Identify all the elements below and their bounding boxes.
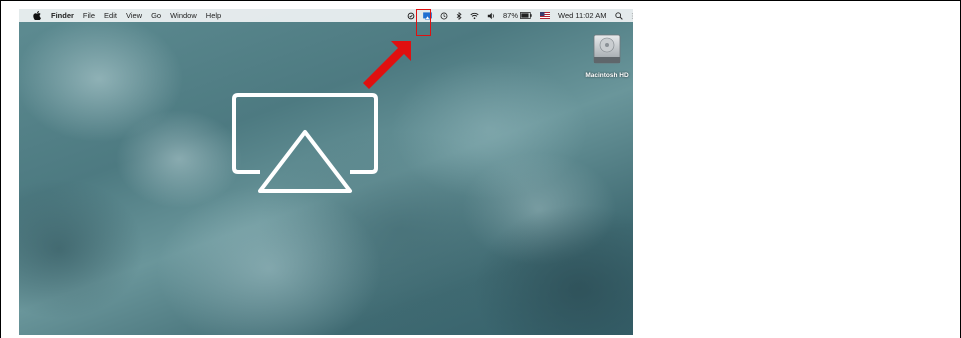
macintosh-hd-label: Macintosh HD <box>585 72 629 79</box>
volume-icon[interactable] <box>487 12 495 20</box>
time-machine-icon[interactable] <box>440 12 448 20</box>
airplay-highlight-box <box>416 9 431 36</box>
menu-view[interactable]: View <box>126 11 142 20</box>
menu-go[interactable]: Go <box>151 11 161 20</box>
menu-bar: Finder File Edit View Go Window Help 87%… <box>19 9 633 22</box>
menu-help[interactable]: Help <box>206 11 221 20</box>
battery-status[interactable]: 87% <box>503 11 532 20</box>
menu-file[interactable]: File <box>83 11 95 20</box>
airplay-large-icon <box>232 93 378 193</box>
menu-window[interactable]: Window <box>170 11 197 20</box>
bluetooth-icon[interactable] <box>456 11 462 20</box>
menu-clock[interactable]: Wed 11:02 AM <box>558 11 607 20</box>
battery-icon <box>520 12 532 19</box>
input-source-flag-icon[interactable] <box>540 12 551 19</box>
menu-edit[interactable]: Edit <box>104 11 117 20</box>
macintosh-hd[interactable]: Macintosh HD <box>582 33 632 79</box>
apple-logo-icon[interactable] <box>33 11 41 21</box>
wifi-icon[interactable] <box>470 12 479 20</box>
menu-finder[interactable]: Finder <box>51 11 74 20</box>
dropbox-status-icon[interactable] <box>407 12 415 20</box>
notification-center-icon[interactable] <box>631 12 633 20</box>
hard-drive-icon <box>593 34 621 64</box>
red-arrow-icon <box>363 41 411 89</box>
spotlight-search-icon[interactable] <box>614 11 623 20</box>
battery-percent: 87% <box>503 11 519 20</box>
mac-desktop: Finder File Edit View Go Window Help 87%… <box>19 9 633 335</box>
